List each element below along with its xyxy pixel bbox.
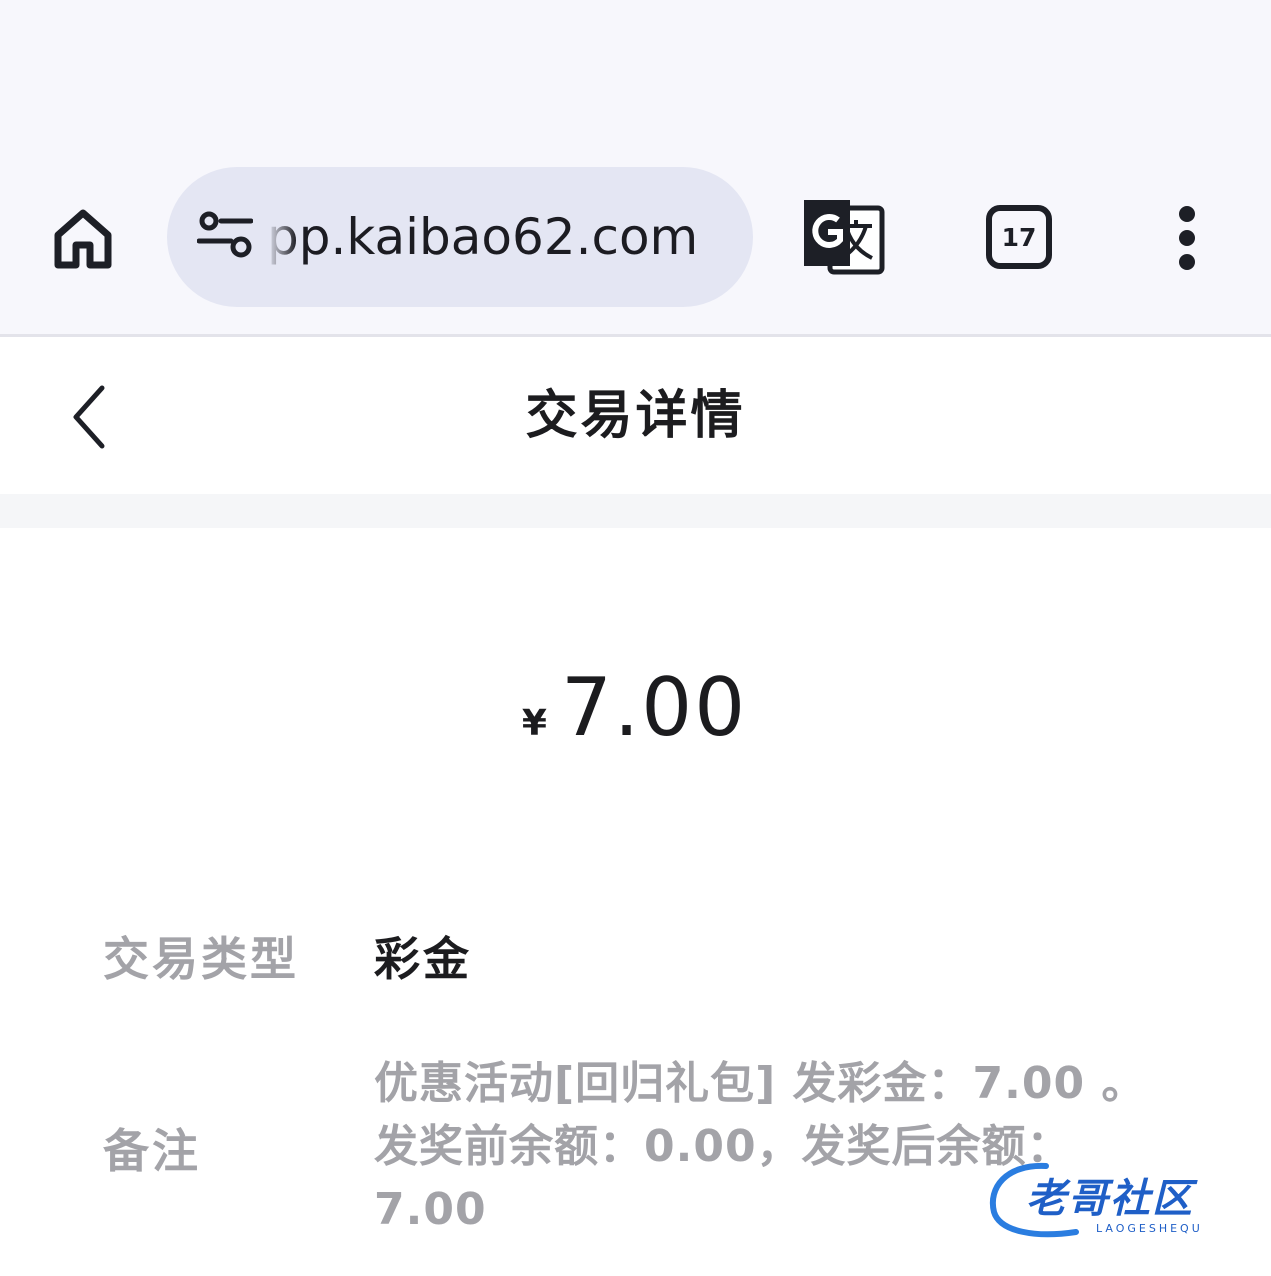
tune-icon[interactable] — [197, 211, 253, 263]
transaction-type-value: 彩金 — [374, 932, 472, 986]
note-line: 优惠活动[回归礼包] 发彩金：7.00 。 — [374, 1058, 1147, 1109]
address-bar[interactable]: pp.kaibao62.com — [167, 167, 753, 307]
url-text[interactable]: pp.kaibao62.com — [267, 203, 727, 271]
watermark-text: 老哥社区 — [1026, 1176, 1194, 1222]
browser-toolbar: pp.kaibao62.com 17 — [0, 0, 1271, 337]
tab-switcher-button[interactable]: 17 — [986, 205, 1052, 269]
translate-icon — [804, 200, 885, 275]
transaction-type-label: 交易类型 — [103, 932, 299, 986]
page-title: 交易详情 — [525, 386, 746, 446]
app-header: 交易详情 — [0, 340, 1271, 494]
note-label: 备注 — [103, 1124, 201, 1178]
home-button[interactable] — [46, 200, 120, 276]
translate-button[interactable] — [800, 196, 886, 278]
more-vert-icon — [1179, 206, 1195, 270]
section-divider — [0, 494, 1271, 528]
more-menu-button[interactable] — [1166, 203, 1208, 273]
watermark-subtext: LAOGESHEQU — [1096, 1222, 1203, 1235]
amount-display: ¥ 7.00 — [0, 658, 1271, 758]
currency-symbol: ¥ — [521, 703, 547, 744]
amount-value: 7.00 — [560, 661, 748, 754]
watermark-logo: 老哥社区 LAOGESHEQU — [986, 1158, 1256, 1242]
home-icon — [54, 209, 112, 269]
tab-count: 17 — [1001, 222, 1037, 252]
